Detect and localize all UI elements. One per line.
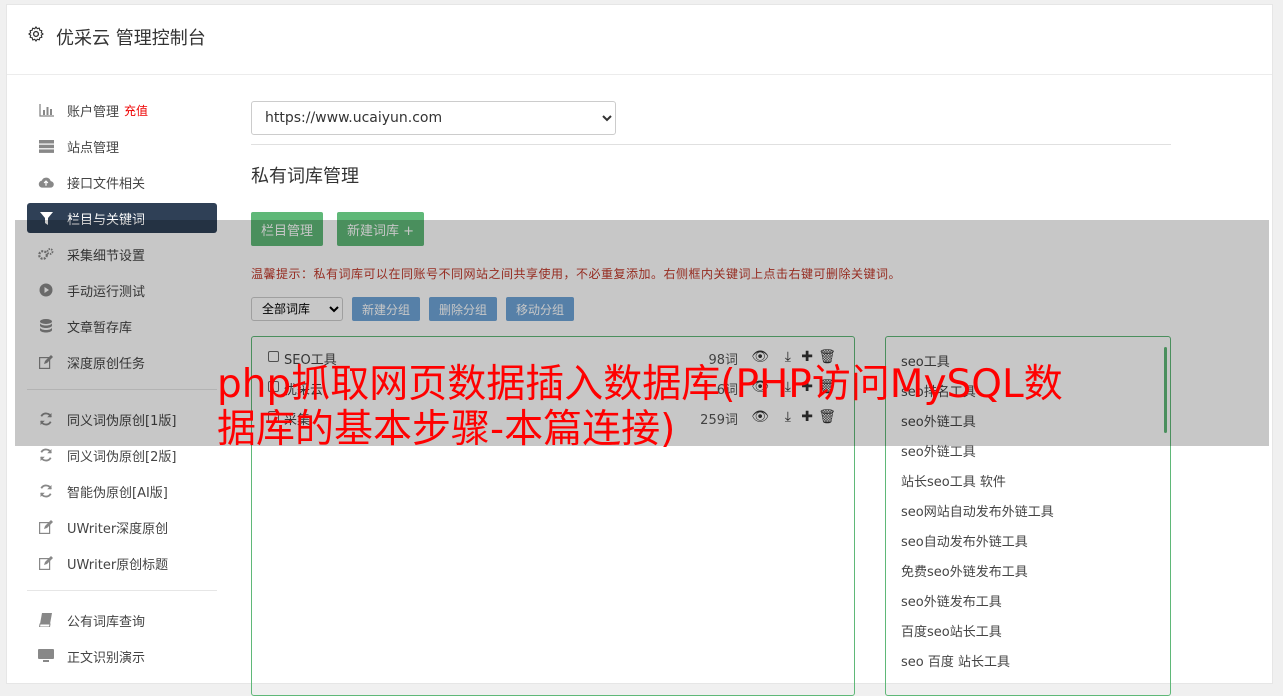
gear-icon (28, 26, 44, 42)
edit-icon (38, 520, 54, 534)
edit-icon (38, 556, 54, 570)
sidebar-item-label: 公有词库查询 (67, 614, 146, 630)
sidebar-item-label: 同义词伪原创[2版] (67, 449, 177, 465)
top-bar: 优采云 管理控制台 (7, 5, 1272, 75)
keyword-item[interactable]: seo外链发布工具 (886, 588, 1170, 618)
sidebar-item-label: 智能伪原创[AI版] (67, 485, 168, 501)
book-icon (38, 613, 54, 627)
refresh-icon (38, 484, 54, 498)
sidebar-item-label: 账户管理 (67, 104, 120, 120)
keyword-item[interactable]: seo自动发布外链工具 (886, 528, 1170, 558)
sidebar-item-label: UWriter原创标题 (67, 557, 169, 573)
sidebar-divider (27, 590, 217, 591)
sidebar-item-account[interactable]: 账户管理 充值 (27, 95, 217, 125)
sidebar-item-sites[interactable]: 站点管理 (27, 131, 217, 161)
refresh-icon (38, 448, 54, 462)
monitor-icon (38, 649, 54, 663)
sidebar-item-label: UWriter深度原创 (67, 521, 169, 537)
headline-text: php抓取网页数据插入数据库(PHP访问MySQL数据库的基本步骤-本篇连接) (217, 362, 1063, 452)
sidebar-item-uwriter-deep[interactable]: UWriter深度原创 (27, 512, 217, 542)
keyword-item[interactable]: 百度seo站长工具 (886, 618, 1170, 648)
sidebar-item-public-library[interactable]: 公有词库查询 (27, 605, 217, 635)
sidebar-item-label: 站点管理 (67, 140, 120, 156)
sidebar-item-api-files[interactable]: 接口文件相关 (27, 167, 217, 197)
keyword-item[interactable]: seo网站自动发布外链工具 (886, 498, 1170, 528)
app-title: 优采云 管理控制台 (56, 28, 206, 49)
sidebar-item-label: 正文识别演示 (67, 650, 146, 666)
recharge-link[interactable]: 充值 (124, 102, 148, 119)
section-title: 私有词库管理 (251, 166, 359, 187)
sidebar-item-uwriter-title[interactable]: UWriter原创标题 (27, 548, 217, 578)
sidebar-item-ai-original[interactable]: 智能伪原创[AI版] (27, 476, 217, 506)
keyword-item[interactable]: 站长seo工具 软件 (886, 468, 1170, 498)
site-select[interactable]: https://www.ucaiyun.com (251, 101, 616, 135)
cloud-upload-icon (38, 175, 54, 189)
bar-chart-icon (38, 103, 54, 117)
sidebar-item-label: 接口文件相关 (67, 176, 146, 192)
divider (251, 144, 1171, 145)
server-icon (38, 139, 54, 153)
keyword-item[interactable]: seo 百度 站长工具 (886, 648, 1170, 678)
keyword-item[interactable]: 免费seo外链发布工具 (886, 558, 1170, 588)
